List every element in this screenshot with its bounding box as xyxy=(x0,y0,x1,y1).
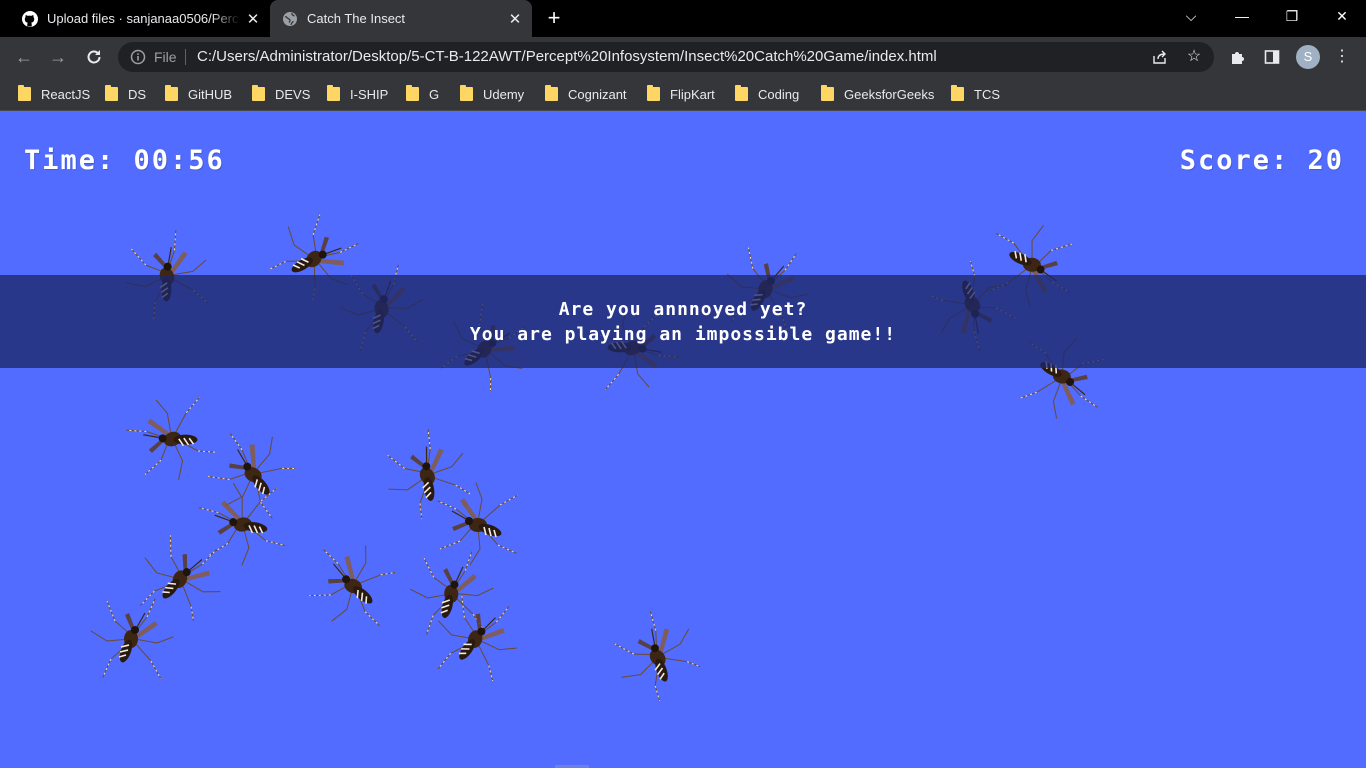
tab-strip: Upload files · sanjanaa0506/Percept-Info… xyxy=(0,0,1366,37)
info-icon[interactable] xyxy=(130,49,146,65)
bookmark-udemy[interactable]: Udemy xyxy=(460,84,524,104)
folder-icon xyxy=(647,85,660,101)
bookmark-label: TCS xyxy=(974,86,1000,102)
bookmark-label: I-SHIP xyxy=(350,86,389,102)
tab-catch-the-insect[interactable]: Catch The Insect ✕ xyxy=(270,0,532,37)
bookmark-devs[interactable]: DEVS xyxy=(252,84,310,104)
extensions-puzzle-icon[interactable] xyxy=(1225,44,1251,70)
reload-icon[interactable] xyxy=(80,43,108,71)
bookmark-label: DS xyxy=(128,86,147,102)
folder-icon xyxy=(951,85,964,101)
address-bar[interactable]: File C:/Users/Administrator/Desktop/5-CT… xyxy=(118,42,1214,72)
folder-icon xyxy=(18,85,31,101)
bookmark-label: Coding xyxy=(758,86,800,102)
bookmarks-bar: ReactJS DS GitHUB DEVS I-SHIP G Udemy Co… xyxy=(0,77,1366,111)
bookmark-label: GeeksforGeeks xyxy=(844,86,935,102)
folder-icon xyxy=(821,85,834,101)
folder-icon xyxy=(105,85,118,101)
bookmark-cognizant[interactable]: Cognizant xyxy=(545,84,627,104)
share-icon[interactable] xyxy=(1150,47,1170,67)
restore-button[interactable]: ❐ xyxy=(1267,0,1317,32)
tab-search-chevron-icon[interactable]: ⌵ xyxy=(1166,0,1216,32)
browser-toolbar: ← → File C:/Users/Administrator/Desktop/… xyxy=(0,37,1366,77)
message-line-2: You are playing an impossible game!! xyxy=(469,323,897,345)
tab-close-icon[interactable]: ✕ xyxy=(240,10,266,28)
bookmark-geeksforgeeks[interactable]: GeeksforGeeks xyxy=(821,84,934,104)
folder-icon xyxy=(545,85,558,101)
bookmark-label: Udemy xyxy=(483,86,525,102)
url-scheme-label: File xyxy=(154,49,177,65)
bookmark-label: GitHUB xyxy=(188,86,233,102)
mosquito-insect[interactable] xyxy=(305,541,395,631)
bookmark-i-ship[interactable]: I-SHIP xyxy=(327,84,388,104)
mosquito-insect[interactable] xyxy=(430,591,520,681)
bookmark-g[interactable]: G xyxy=(406,84,439,104)
side-panel-icon[interactable] xyxy=(1259,44,1285,70)
folder-icon xyxy=(735,85,748,101)
tab-title: Catch The Insect xyxy=(307,11,406,26)
back-arrow-icon[interactable]: ← xyxy=(10,43,38,71)
bookmark-label: G xyxy=(429,86,440,102)
url-text[interactable]: C:/Users/Administrator/Desktop/5-CT-B-12… xyxy=(197,48,937,65)
minimize-button[interactable]: — xyxy=(1217,0,1267,32)
menu-kebab-icon[interactable]: ⋮ xyxy=(1329,44,1355,70)
globe-icon xyxy=(282,11,298,27)
tab-title: Upload files · sanjanaa0506/Percept-Info… xyxy=(47,11,240,26)
bookmark-tcs[interactable]: TCS xyxy=(951,84,1000,104)
tab-upload-files[interactable]: Upload files · sanjanaa0506/Percept-Info… xyxy=(8,0,270,37)
folder-icon xyxy=(252,85,265,101)
folder-icon xyxy=(327,85,340,101)
divider xyxy=(185,49,186,65)
folder-icon xyxy=(460,85,473,101)
close-window-button[interactable]: ✕ xyxy=(1317,0,1366,32)
mosquito-insect[interactable] xyxy=(610,611,700,701)
folder-icon xyxy=(165,85,178,101)
bookmark-label: FlipKart xyxy=(670,86,715,102)
mosquito-insect[interactable] xyxy=(125,396,215,486)
bookmark-reactjs[interactable]: ReactJS xyxy=(18,84,90,104)
bookmark-label: DEVS xyxy=(275,86,311,102)
bookmark-flipkart[interactable]: FlipKart xyxy=(647,84,715,104)
bookmark-star-icon[interactable]: ☆ xyxy=(1184,47,1204,67)
time-display: Time: 00:56 xyxy=(24,145,225,176)
new-tab-button[interactable]: + xyxy=(540,6,568,32)
folder-icon xyxy=(406,85,419,101)
forward-arrow-icon[interactable]: → xyxy=(44,43,72,71)
game-screen: Time: 00:56 Score: 20 Are you annnoyed y… xyxy=(0,111,1366,768)
github-icon xyxy=(22,10,38,27)
mosquito-insect[interactable] xyxy=(85,591,175,681)
tab-close-icon[interactable]: ✕ xyxy=(502,10,528,28)
score-display: Score: 20 xyxy=(1179,145,1344,176)
bookmark-label: Cognizant xyxy=(568,86,627,102)
bookmark-coding[interactable]: Coding xyxy=(735,84,799,104)
profile-avatar[interactable]: S xyxy=(1296,45,1320,69)
message-banner: Are you annnoyed yet? You are playing an… xyxy=(0,275,1366,368)
bookmark-ds[interactable]: DS xyxy=(105,84,146,104)
bookmark-label: ReactJS xyxy=(41,86,91,102)
bookmark-github[interactable]: GitHUB xyxy=(165,84,232,104)
message-line-1: Are you annnoyed yet? xyxy=(558,298,808,320)
